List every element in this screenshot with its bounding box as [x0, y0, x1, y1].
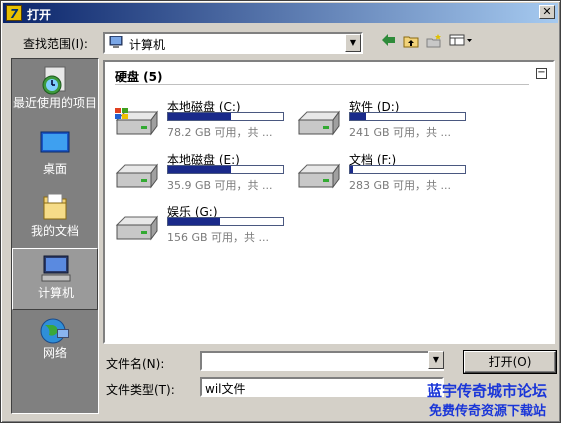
file-list[interactable]: 硬盘 (5) − 本地磁盘 (C:) 78.2 GB 可用，共 ... 软件 (…: [103, 60, 555, 344]
drive-e-usage-bar: [167, 165, 284, 174]
place-desktop[interactable]: 桌面: [12, 125, 98, 187]
recent-items-icon: [42, 66, 66, 95]
up-folder-icon: [403, 36, 419, 48]
place-my-documents-label: 我的文档: [30, 224, 79, 238]
chevron-down-icon[interactable]: ▼: [345, 34, 361, 52]
up-folder-button[interactable]: [401, 34, 421, 52]
drive-d[interactable]: 软件 (D:) 241 GB 可用，共 ...: [295, 98, 475, 146]
drive-g-free: 156 GB 可用，共 ...: [167, 231, 270, 244]
filename-label: 文件名(N):: [106, 357, 165, 371]
dialog-title: 打开: [27, 8, 52, 22]
watermark-line2: 免费传奇资源下载站: [429, 404, 547, 419]
drive-c[interactable]: 本地磁盘 (C:) 78.2 GB 可用，共 ...: [113, 98, 293, 146]
place-network-label: 网络: [42, 346, 67, 360]
drive-c-usage-bar: [167, 112, 284, 121]
hard-drive-icon: [297, 110, 340, 136]
drive-e-free: 35.9 GB 可用，共 ...: [167, 179, 273, 192]
network-icon: [40, 318, 69, 344]
watermark-line1: 蓝宇传奇城市论坛: [427, 382, 548, 400]
new-folder-icon: [426, 34, 441, 48]
desktop-icon: [40, 131, 70, 156]
filetype-select[interactable]: wil文件: [200, 377, 444, 397]
drive-f[interactable]: 文档 (F:) 283 GB 可用，共 ...: [295, 151, 475, 199]
close-button[interactable]: ✕: [539, 5, 555, 19]
system-drive-icon: [115, 108, 158, 136]
chevron-down-icon[interactable]: ▼: [428, 351, 444, 369]
open-dialog: 7 打开 ✕ 查找范围(I): 计算机 ▼ 最近使用的项目 桌面 我的文档 计算…: [0, 0, 561, 423]
place-computer[interactable]: 计算机: [12, 248, 98, 310]
place-desktop-label: 桌面: [42, 162, 67, 176]
filetype-label: 文件类型(T):: [106, 383, 175, 397]
computer-icon: [109, 36, 123, 48]
place-recent-items[interactable]: 最近使用的项目: [12, 61, 98, 123]
filename-dropdown[interactable]: ▼: [426, 351, 444, 371]
drive-e[interactable]: 本地磁盘 (E:) 35.9 GB 可用，共 ...: [113, 151, 293, 199]
drive-g[interactable]: 娱乐 (G:) 156 GB 可用，共 ...: [113, 203, 293, 251]
open-button[interactable]: 打开(O): [463, 350, 557, 374]
drive-d-usage-bar: [349, 112, 466, 121]
hard-drive-icon: [115, 163, 158, 189]
my-documents-icon: [43, 193, 67, 220]
drive-f-free: 283 GB 可用，共 ...: [349, 179, 452, 192]
places-bar: 最近使用的项目 桌面 我的文档 计算机 网络: [11, 58, 99, 414]
drive-g-usage-bar: [167, 217, 284, 226]
computer-icon: [41, 255, 71, 282]
drive-f-usage-bar: [349, 165, 466, 174]
place-computer-label: 计算机: [37, 286, 74, 300]
back-arrow-icon: [382, 34, 395, 46]
place-recent-items-label: 最近使用的项目: [12, 96, 97, 110]
place-network[interactable]: 网络: [12, 311, 98, 373]
place-my-documents[interactable]: 我的文档: [12, 187, 98, 249]
back-button[interactable]: [379, 34, 399, 52]
group-divider: [115, 84, 529, 85]
new-folder-button[interactable]: [424, 34, 444, 52]
hard-drive-icon: [297, 163, 340, 189]
views-menu-button[interactable]: [448, 34, 474, 52]
drive-d-free: 241 GB 可用，共 ...: [349, 126, 452, 139]
filename-input[interactable]: [200, 351, 444, 371]
lookin-value: 计算机: [129, 38, 166, 52]
lookin-dropdown[interactable]: 计算机 ▼: [103, 32, 363, 54]
title-bar[interactable]: 7 打开 ✕: [3, 3, 558, 23]
app-icon: 7: [6, 5, 22, 21]
drive-c-free: 78.2 GB 可用，共 ...: [167, 126, 273, 139]
lookin-label: 查找范围(I):: [23, 37, 88, 51]
collapse-group-button[interactable]: −: [536, 68, 547, 79]
views-menu-icon: [449, 34, 472, 46]
group-title: 硬盘 (5): [115, 70, 163, 84]
hard-drive-icon: [115, 215, 158, 241]
